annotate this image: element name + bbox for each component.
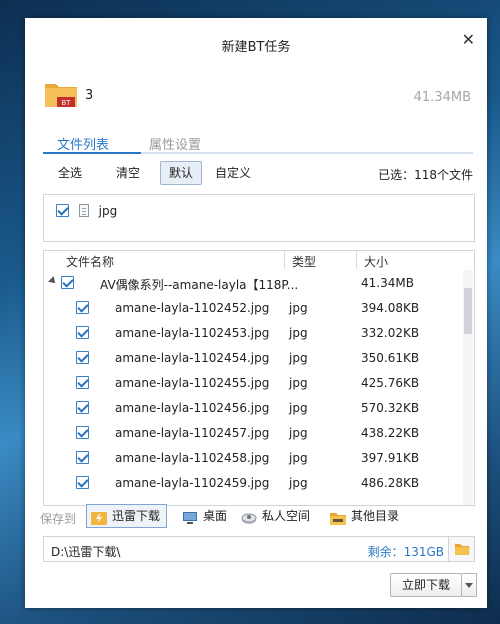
download-now-button[interactable]: 立即下载 [390,573,462,597]
file-size: 350.61KB [361,351,420,365]
location-thunder-download[interactable]: 迅雷下载 [86,504,168,528]
table-row[interactable]: amane-layla-1102456.jpg jpg 570.32KB [44,395,464,420]
collapse-arrow-icon[interactable] [48,276,58,286]
thunder-download-icon [91,510,107,525]
save-path-value[interactable]: D:\迅雷下载\ [51,543,120,560]
file-checkbox[interactable] [76,476,89,489]
file-name: amane-layla-1102457.jpg [115,426,270,440]
file-size: 332.02KB [361,326,420,340]
new-bt-task-dialog: 新建BT任务 ✕ BT 3 41.34MB 文件列表 属性设置 全选 清空 默认… [25,18,487,608]
task-total-size: 41.34MB [413,90,471,105]
table-row[interactable]: amane-layla-1102454.jpg jpg 350.61KB [44,345,464,370]
file-checkbox[interactable] [76,301,89,314]
free-space-indicator: 剩余：131GB [367,545,444,559]
default-button[interactable]: 默认 [160,161,203,185]
column-divider[interactable] [284,251,285,269]
file-size: 397.91KB [361,451,420,465]
download-options-dropdown[interactable] [462,573,477,597]
table-row[interactable]: amane-layla-1102459.jpg jpg 486.28KB [44,470,464,495]
tab-active-indicator [43,152,141,154]
file-name: amane-layla-1102453.jpg [115,326,270,340]
file-list-header: 文件名称 类型 大小 [44,251,474,269]
table-row[interactable]: amane-layla-1102458.jpg jpg 397.91KB [44,445,464,470]
folder-icon [330,510,346,525]
file-type-filter: jpg [43,194,475,242]
save-to-label: 保存到 [40,512,77,526]
jpg-type-checkbox[interactable] [56,204,69,217]
file-checkbox[interactable] [76,426,89,439]
location-label: 其他目录 [351,509,400,523]
clear-button[interactable]: 清空 [107,161,149,185]
group-row[interactable]: AV偶像系列--amane-layla【118P... 41.34MB [44,270,464,295]
table-row[interactable]: amane-layla-1102453.jpg jpg 332.02KB [44,320,464,345]
file-type: jpg [289,476,308,490]
desktop-icon [182,510,198,524]
file-type: jpg [289,301,308,315]
file-name: amane-layla-1102458.jpg [115,451,270,465]
location-label: 迅雷下载 [112,509,161,523]
close-icon[interactable]: ✕ [462,32,475,48]
file-size: 438.22KB [361,426,420,440]
select-all-button[interactable]: 全选 [49,161,91,185]
file-type: jpg [289,426,308,440]
selected-count: 已选：118个文件 [378,168,473,182]
file-type-item[interactable]: jpg [56,203,117,218]
bt-folder-icon: BT [44,80,78,108]
file-size: 570.32KB [361,401,420,415]
private-space-icon [241,510,257,524]
location-label: 桌面 [203,509,228,523]
file-type: jpg [289,451,308,465]
tab-file-list[interactable]: 文件列表 [57,134,109,153]
group-checkbox[interactable] [61,276,74,289]
location-private-space[interactable]: 私人空间 [236,504,317,528]
file-type: jpg [289,351,308,365]
file-type-label: jpg [98,203,118,218]
file-icon [78,204,89,217]
custom-button[interactable]: 自定义 [206,161,260,185]
file-size: 486.28KB [361,476,420,490]
location-other-directory[interactable]: 其他目录 [325,504,406,528]
file-name: amane-layla-1102455.jpg [115,376,270,390]
dialog-title: 新建BT任务 [221,40,291,55]
folder-open-icon [455,544,470,555]
column-header-size[interactable]: 大小 [364,253,388,270]
svg-text:BT: BT [62,100,72,107]
vertical-scrollbar[interactable] [463,270,473,505]
file-type: jpg [289,376,308,390]
file-type: jpg [289,326,308,340]
column-header-type[interactable]: 类型 [292,253,316,270]
scrollbar-thumb[interactable] [464,288,472,334]
file-name: amane-layla-1102452.jpg [115,301,270,315]
file-name: amane-layla-1102456.jpg [115,401,270,415]
file-name: amane-layla-1102454.jpg [115,351,270,365]
group-name: AV偶像系列--amane-layla【118P... [100,278,299,292]
tab-bar: 文件列表 属性设置 [43,132,473,154]
file-checkbox[interactable] [76,326,89,339]
browse-folder-button[interactable] [448,537,474,561]
save-path-field[interactable]: D:\迅雷下载\ 剩余：131GB [43,536,475,562]
file-type: jpg [289,401,308,415]
location-desktop[interactable]: 桌面 [177,504,234,528]
group-size: 41.34MB [361,276,414,290]
file-size: 394.08KB [361,301,420,315]
file-checkbox[interactable] [76,351,89,364]
file-size: 425.76KB [361,376,420,390]
file-name: amane-layla-1102459.jpg [115,476,270,490]
location-label: 私人空间 [262,509,311,523]
table-row[interactable]: amane-layla-1102457.jpg jpg 438.22KB [44,420,464,445]
file-list: 文件名称 类型 大小 AV偶像系列--amane-layla【118P... 4… [43,250,475,506]
file-checkbox[interactable] [76,451,89,464]
file-checkbox[interactable] [76,376,89,389]
task-name: 3 [85,88,94,103]
table-row[interactable]: amane-layla-1102452.jpg jpg 394.08KB [44,295,464,320]
file-checkbox[interactable] [76,401,89,414]
column-header-name[interactable]: 文件名称 [66,253,114,270]
tab-properties[interactable]: 属性设置 [149,134,201,153]
table-row[interactable]: amane-layla-1102455.jpg jpg 425.76KB [44,370,464,395]
column-divider[interactable] [356,251,357,269]
